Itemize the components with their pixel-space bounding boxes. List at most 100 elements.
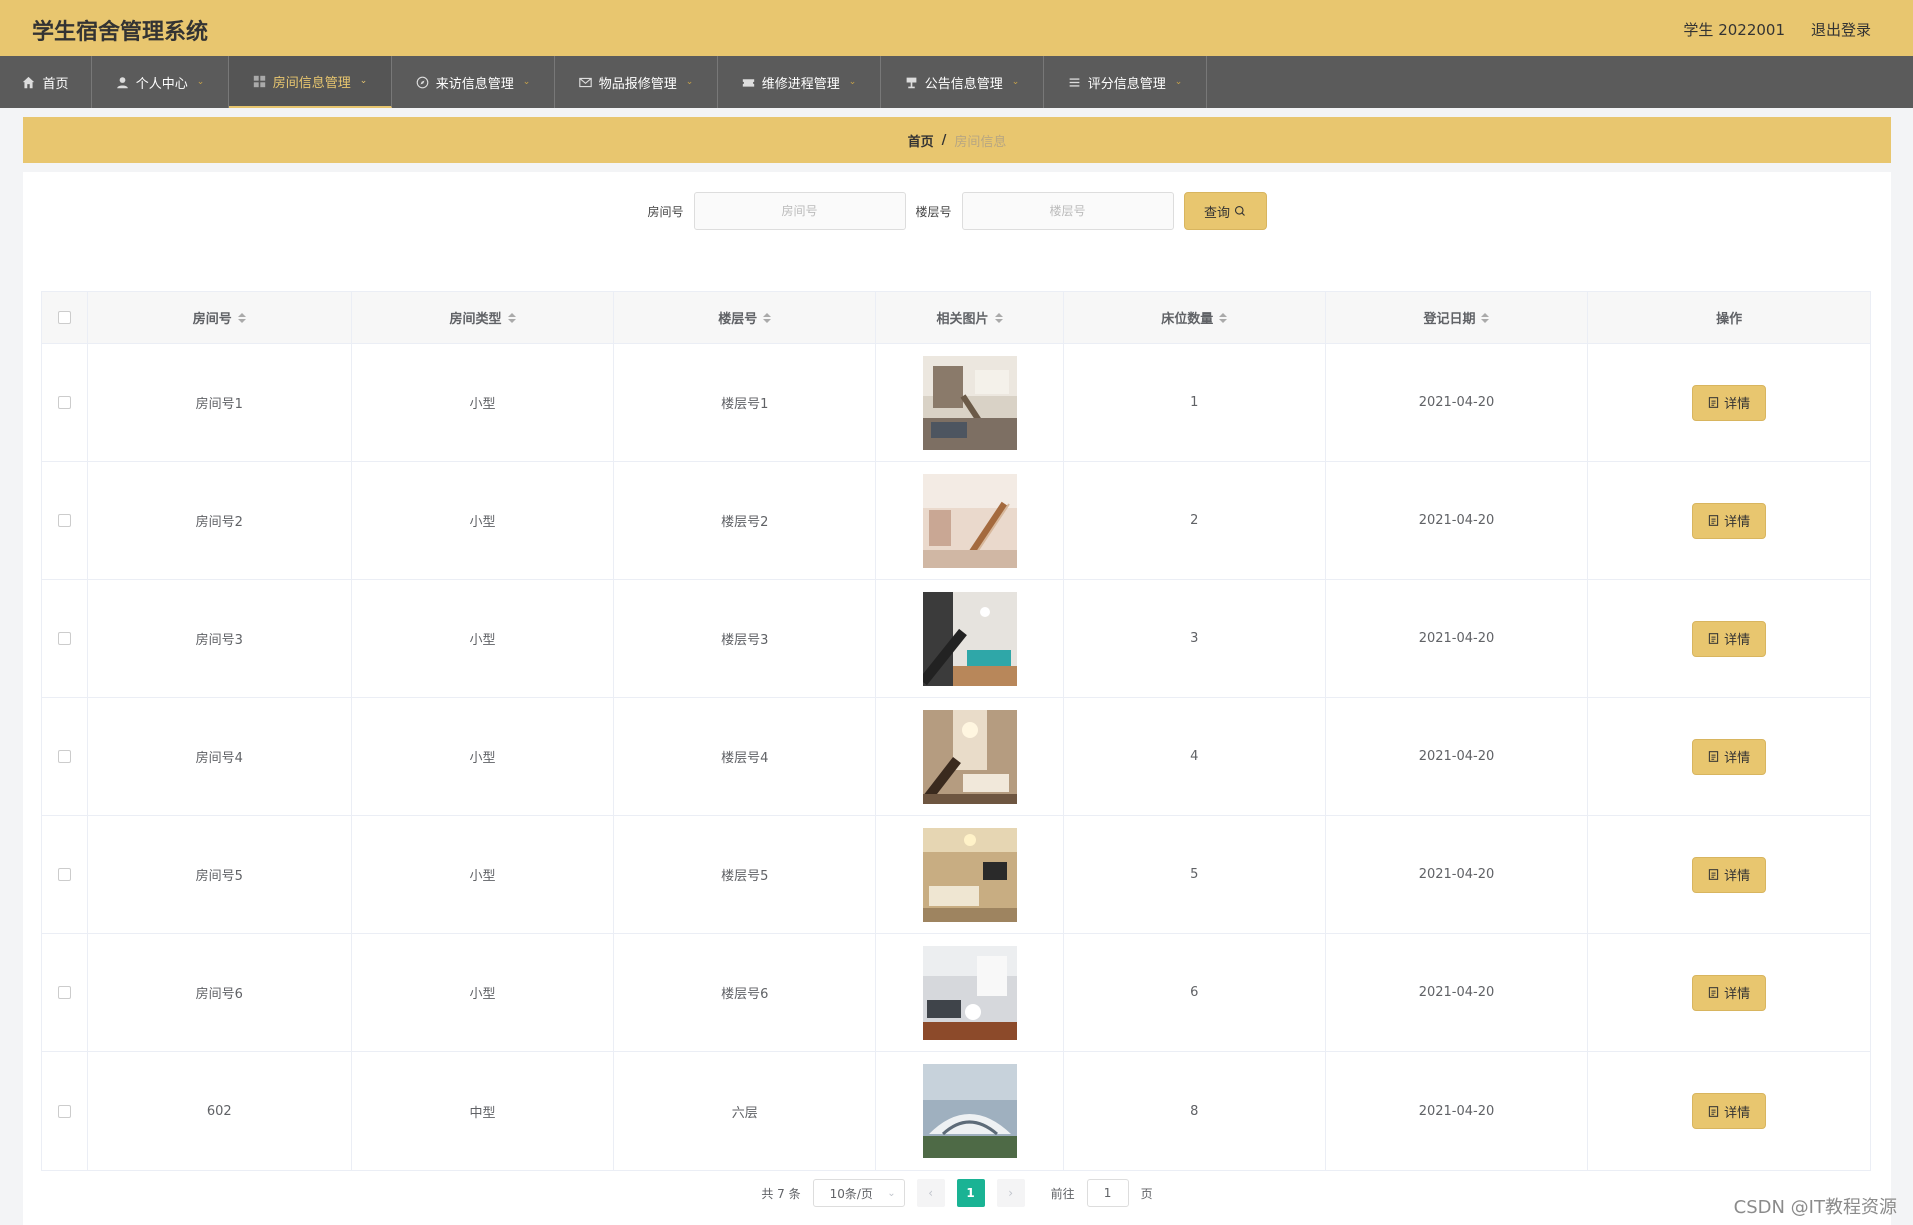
detail-button[interactable]: 详情 <box>1692 974 1767 1011</box>
column-header-type[interactable]: 房间类型 <box>352 292 615 343</box>
sort-icon[interactable] <box>237 312 246 323</box>
actions-cell: 详情 <box>1588 580 1870 697</box>
bed-count-cell: 4 <box>1064 698 1326 815</box>
home-icon <box>23 76 35 88</box>
nav-item-personal-center[interactable]: 个人中心 ⌄ <box>92 56 229 108</box>
breadcrumb-home[interactable]: 首页 <box>908 131 934 150</box>
nav-item-home[interactable]: 首页 <box>0 56 92 108</box>
room-number-cell: 房间号6 <box>88 934 352 1051</box>
chevron-right-icon: › <box>1008 1186 1014 1200</box>
select-all-checkbox[interactable] <box>57 311 71 324</box>
sort-icon[interactable] <box>763 312 772 323</box>
nav-label: 首页 <box>42 76 69 92</box>
content-panel: 房间号 楼层号 查询 房间号 房间类型 楼层号 相关图片 床位数量 登记日期 操… <box>23 172 1891 1225</box>
nav-label: 房间信息管理 <box>272 75 351 91</box>
column-header-room[interactable]: 房间号 <box>88 292 352 343</box>
total-count: 共 7 条 <box>761 1186 801 1201</box>
row-select-cell <box>42 1052 88 1170</box>
search-button[interactable]: 查询 <box>1183 192 1267 230</box>
row-checkbox[interactable] <box>57 396 71 409</box>
room-photo[interactable] <box>922 355 1017 450</box>
nav-label: 来访信息管理 <box>435 76 514 92</box>
page-size-select[interactable]: 10条/页 ⌄ <box>812 1179 905 1207</box>
register-date-cell: 2021-04-20 <box>1326 934 1589 1051</box>
detail-button[interactable]: 详情 <box>1692 384 1767 421</box>
column-header-beds[interactable]: 床位数量 <box>1064 292 1326 343</box>
nav-item-visitor-info[interactable]: 来访信息管理 ⌄ <box>392 56 555 108</box>
room-photo[interactable] <box>922 591 1017 686</box>
room-photo[interactable] <box>922 1064 1017 1158</box>
nav-item-announcement[interactable]: 公告信息管理 ⌄ <box>881 56 1044 108</box>
room-number-cell: 房间号4 <box>88 698 352 815</box>
detail-button[interactable]: 详情 <box>1692 502 1767 539</box>
nav-item-repair-progress[interactable]: 维修进程管理 ⌄ <box>718 56 881 108</box>
table-header: 房间号 房间类型 楼层号 相关图片 床位数量 登记日期 操作 <box>42 292 1870 344</box>
document-icon <box>1709 633 1719 644</box>
register-date-cell: 2021-04-20 <box>1326 462 1589 579</box>
sort-icon[interactable] <box>1219 312 1228 323</box>
goto-label: 前往 <box>1050 1186 1075 1201</box>
search-icon <box>1234 205 1245 216</box>
row-checkbox[interactable] <box>57 986 71 999</box>
logout-link[interactable]: 退出登录 <box>1811 19 1871 40</box>
mail-icon <box>578 77 592 87</box>
chevron-down-icon: ⌄ <box>887 1187 896 1199</box>
detail-button-label: 详情 <box>1724 1105 1751 1121</box>
sort-icon[interactable] <box>507 312 516 323</box>
column-header-label: 登记日期 <box>1423 312 1476 327</box>
breadcrumb-separator: / <box>941 132 947 148</box>
nav-item-room-info[interactable]: 房间信息管理 ⌄ <box>229 56 392 108</box>
nav-item-rating[interactable]: 评分信息管理 ⌄ <box>1044 56 1207 108</box>
actions-cell: 详情 <box>1588 934 1870 1051</box>
nav-label: 评分信息管理 <box>1087 76 1166 92</box>
room-number-cell: 602 <box>88 1052 352 1170</box>
row-checkbox[interactable] <box>57 514 71 527</box>
sort-icon[interactable] <box>1481 312 1490 323</box>
page-number-button[interactable]: 1 <box>956 1179 985 1207</box>
bed-count-cell: 5 <box>1064 816 1326 933</box>
goto-page-input[interactable] <box>1086 1179 1129 1207</box>
room-photo[interactable] <box>922 945 1017 1040</box>
row-select-cell <box>42 698 88 815</box>
chevron-down-icon: ⌄ <box>522 77 531 87</box>
prev-page-button[interactable]: ‹ <box>916 1179 945 1207</box>
next-page-button[interactable]: › <box>996 1179 1025 1207</box>
row-checkbox[interactable] <box>57 750 71 763</box>
room-photo[interactable] <box>922 827 1017 922</box>
detail-button-label: 详情 <box>1724 633 1751 648</box>
room-image-cell <box>876 816 1064 933</box>
room-image-cell <box>876 580 1064 697</box>
chevron-down-icon: ⌄ <box>1011 77 1020 87</box>
detail-button[interactable]: 详情 <box>1692 1093 1767 1129</box>
floor-number-input[interactable] <box>961 192 1174 230</box>
row-select-cell <box>42 934 88 1051</box>
floor-cell: 楼层号2 <box>614 462 877 579</box>
room-type-cell: 小型 <box>352 698 615 815</box>
detail-button[interactable]: 详情 <box>1692 856 1767 893</box>
bed-count-cell: 1 <box>1064 344 1326 461</box>
row-checkbox[interactable] <box>57 868 71 881</box>
room-number-cell: 房间号2 <box>88 462 352 579</box>
column-header-image[interactable]: 相关图片 <box>876 292 1064 343</box>
chevron-left-icon: ‹ <box>928 1186 934 1200</box>
nav-label: 维修进程管理 <box>761 76 840 92</box>
actions-cell: 详情 <box>1588 344 1870 461</box>
column-header-label: 楼层号 <box>718 312 758 327</box>
sort-icon[interactable] <box>994 312 1003 323</box>
detail-button[interactable]: 详情 <box>1692 620 1767 657</box>
cup-icon <box>906 77 917 88</box>
nav-label: 公告信息管理 <box>924 76 1003 92</box>
room-photo[interactable] <box>922 473 1017 568</box>
room-number-input[interactable] <box>693 192 906 230</box>
nav-item-repair-report[interactable]: 物品报修管理 ⌄ <box>555 56 718 108</box>
search-button-label: 查询 <box>1204 205 1231 221</box>
room-photo[interactable] <box>922 709 1017 804</box>
column-header-label: 房间号 <box>192 312 232 327</box>
detail-button[interactable]: 详情 <box>1692 738 1767 775</box>
column-header-floor[interactable]: 楼层号 <box>614 292 877 343</box>
row-checkbox[interactable] <box>57 1104 71 1118</box>
room-number-cell: 房间号1 <box>88 344 352 461</box>
column-header-date[interactable]: 登记日期 <box>1326 292 1589 343</box>
page-size-value: 10条/页 <box>829 1186 873 1201</box>
row-checkbox[interactable] <box>57 632 71 645</box>
